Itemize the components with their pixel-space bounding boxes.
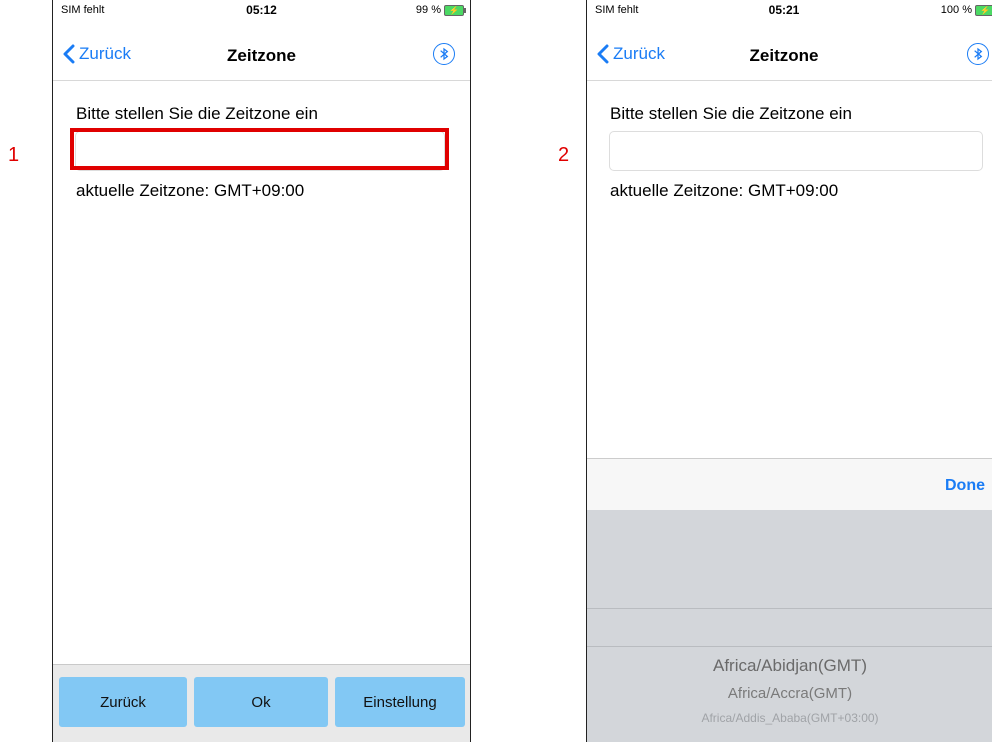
bluetooth-icon[interactable]	[433, 43, 455, 65]
back-button[interactable]: Zurück	[59, 677, 187, 727]
timezone-picker[interactable]: Africa/Abidjan(GMT) Africa/Accra(GMT) Af…	[587, 510, 992, 742]
phone-screen-1: SIM fehlt 05:12 99 % ⚡ Zurück Zeitzone B…	[52, 0, 471, 742]
settings-button[interactable]: Einstellung	[335, 677, 465, 727]
picker-divider	[587, 646, 992, 647]
status-bar: SIM fehlt 05:12 99 % ⚡	[53, 0, 470, 20]
page-title: Zeitzone	[749, 46, 819, 65]
phone-screen-2: SIM fehlt 05:21 100 % ⚡ Zurück Zeitzone …	[586, 0, 992, 742]
step-label-2: 2	[558, 144, 570, 166]
page-title: Zeitzone	[227, 46, 296, 65]
battery-indicator: 99 % ⚡	[415, 4, 466, 16]
current-timezone: aktuelle Zeitzone: GMT+09:00	[76, 181, 305, 200]
battery-percent: 99 %	[415, 4, 441, 16]
bluetooth-icon[interactable]	[967, 43, 989, 65]
battery-indicator: 100 % ⚡	[941, 4, 992, 16]
timezone-prompt: Bitte stellen Sie die Zeitzone ein	[76, 104, 318, 123]
timezone-prompt: Bitte stellen Sie die Zeitzone ein	[610, 104, 852, 123]
bottom-button-bar: Zurück Ok Einstellung	[53, 664, 470, 742]
current-timezone: aktuelle Zeitzone: GMT+09:00	[610, 181, 839, 200]
picker-toolbar: Done	[587, 458, 992, 511]
clock: 05:21	[768, 3, 800, 17]
picker-option[interactable]: Africa/Abidjan(GMT)	[587, 656, 992, 676]
timezone-input[interactable]	[609, 131, 983, 171]
highlight-box	[70, 128, 449, 170]
battery-charging-icon: ⚡	[975, 4, 992, 16]
status-bar: SIM fehlt 05:21 100 % ⚡	[587, 0, 992, 20]
battery-charging-icon: ⚡	[444, 4, 466, 16]
picker-divider	[587, 608, 992, 609]
picker-option[interactable]: Africa/Addis_Ababa(GMT+03:00)	[587, 711, 992, 725]
picker-option[interactable]: Africa/Accra(GMT)	[587, 685, 992, 702]
battery-percent: 100 %	[940, 4, 972, 16]
clock: 05:12	[246, 3, 277, 17]
nav-bar: Zurück Zeitzone	[53, 30, 470, 81]
done-button[interactable]: Done	[945, 477, 985, 495]
nav-bar: Zurück Zeitzone	[587, 30, 992, 81]
ok-button[interactable]: Ok	[194, 677, 328, 727]
step-label-1: 1	[8, 144, 20, 166]
